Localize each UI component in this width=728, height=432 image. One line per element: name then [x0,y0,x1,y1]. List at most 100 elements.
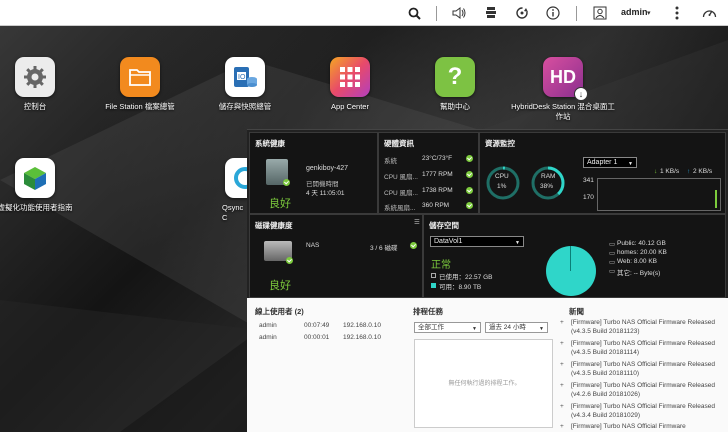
news-item[interactable]: + [Firmware] Turbo NAS Official Firmware … [560,361,721,378]
app-label: 儲存與快照總管 [218,102,272,111]
hardware-panel[interactable]: 硬體資訊 系統 23°C/73°F CPU 風扇... 1777 RPM CPU… [378,132,479,214]
used-swatch [431,273,436,278]
toolbar-divider [576,6,577,21]
toolbar-divider [436,6,437,21]
hw-label: 系統 [384,158,397,165]
svg-text:IO: IO [238,74,246,81]
volume-select[interactable]: DataVol1 ▼ [430,236,524,247]
panel-title: 硬體資訊 [384,139,414,148]
help-icon: ? [435,57,475,97]
hw-value: 1738 RPM [422,187,453,194]
list-icon[interactable]: ☰ [414,218,420,226]
download-arrow-icon: ↓ [654,168,658,175]
adapter-select[interactable]: Adapter 1 ▼ [583,157,637,168]
network-chart [597,178,721,211]
disk-health-status: 良好 [269,280,291,292]
volume-select-value: DataVol1 [434,238,463,245]
plus-icon: + [560,340,564,347]
task-filter-select[interactable]: 全部工作 ▼ [414,322,481,333]
app-storage-snapshots[interactable]: IO 儲存與快照總管 [190,57,300,112]
check-icon [286,257,293,264]
news-text: [Firmware] Turbo NAS Official Firmware R… [571,319,716,335]
app-app-center[interactable]: App Center [295,57,405,112]
user-icon[interactable] [591,4,609,22]
app-label: App Center [331,102,369,111]
system-health-panel[interactable]: 系統健康 良好 genkiboy-427 已開機時間 4 天 11:05:01 [249,132,378,214]
legend-public: Public: 40.12 GB [617,240,666,247]
plus-icon: + [560,319,564,326]
folder-icon: ▭ [609,268,616,275]
task-range-select[interactable]: 過去 24 小時 ▼ [485,322,548,333]
app-grid-icon [330,57,370,97]
user-ip: 192.168.0.10 [343,334,381,341]
news-item[interactable]: + [Firmware] Turbo NAS Official Firmware … [560,382,721,399]
plus-icon: + [560,403,564,410]
free-swatch [431,283,436,288]
storage-pie-sliver [570,246,571,271]
more-icon[interactable] [668,4,686,22]
virtualization-icon [15,158,55,198]
news-item[interactable]: + [Firmware] Turbo NAS Official Firmware … [560,403,721,420]
panel-title: 儲存空間 [429,221,459,230]
news-text: [Firmware] Turbo NAS Official Firmware [571,423,686,430]
top-toolbar: admin ▾ [0,0,728,26]
app-control-panel[interactable]: 控制台 [0,57,90,112]
user-time: 00:00:01 [304,334,330,341]
chevron-down-icon: ▼ [539,326,544,332]
app-file-station[interactable]: File Station 檔案總管 [85,57,195,112]
legend-homes: homes: 20.00 KB [617,249,667,256]
legend-web: Web: 8.00 KB [617,258,657,265]
storage-status: 正常 [431,260,451,271]
gear-icon [15,57,55,97]
task-list-box: 無任何執行過的排程工作。 [414,339,553,428]
chevron-down-icon[interactable]: ▾ [647,9,651,17]
tasks-icon[interactable] [482,4,500,22]
chart-y-top: 341 [583,177,594,184]
scheduled-tasks-title: 排程任務 [413,307,443,316]
panel-title: 磁碟健康度 [255,221,293,230]
user-ip: 192.168.0.10 [343,322,381,329]
storage-pie [546,246,596,296]
app-label: Qsync C [222,203,244,222]
app-label: File Station 檔案總管 [105,102,175,111]
panel-title: 資源監控 [485,139,515,148]
app-virtualization-guide[interactable]: 虛擬化功能使用者指南 [0,158,90,213]
legend-other: 其它: -- Byte(s) [617,270,661,277]
news-item[interactable]: + [Firmware] Turbo NAS Official Firmware … [560,340,721,357]
resource-monitor-panel[interactable]: 資源監控 CPU 1% RAM 38% Adapter 1 ▼ ↓ 1 KB/s… [479,132,726,214]
app-hybriddesk-station[interactable]: HD ↓ HybridDesk Station 混合桌面工作站 [508,57,618,122]
storage-panel[interactable]: 儲存空間 DataVol1 ▼ 正常 已使用：22.57 GB 可用：8.90 … [423,214,726,298]
news-text: [Firmware] Turbo NAS Official Firmware R… [571,340,716,356]
download-icon: ↓ [574,87,588,101]
news-item[interactable]: + [Firmware] Turbo NAS Official Firmware [560,423,721,432]
folder-icon: ▭ [609,259,616,266]
volume-icon[interactable] [450,4,468,22]
hd-icon: HD ↓ [543,57,588,101]
ram-value: 38% [540,183,554,190]
dashboard-icon[interactable] [700,4,718,22]
user-time: 00:07:49 [304,322,330,329]
sync-icon[interactable] [513,4,531,22]
cpu-value: 1% [497,183,507,190]
search-icon[interactable] [405,4,423,22]
cpu-label: CPU [495,173,509,180]
folder-icon: ▭ [609,250,616,257]
user-name: admin [259,334,277,341]
user-name[interactable]: admin [621,7,648,17]
hw-value: 1777 RPM [422,171,453,178]
panel-title: 系統健康 [255,139,285,148]
chevron-down-icon: ▼ [472,326,477,332]
task-filter-value: 全部工作 [418,324,444,331]
info-icon[interactable] [544,4,562,22]
hw-value: 23°C/73°F [422,155,453,162]
app-qsync[interactable]: Qsync C [190,158,247,223]
check-icon [283,179,290,186]
disk-label: NAS [306,242,320,249]
chevron-down-icon: ▼ [628,161,633,167]
app-help-center[interactable]: ? 幫助中心 [400,57,510,112]
check-icon [466,155,473,162]
check-icon [410,242,417,249]
news-item[interactable]: + [Firmware] Turbo NAS Official Firmware … [560,319,721,336]
disk-health-panel[interactable]: 磁碟健康度 ☰ 良好 NAS 3 / 6 磁碟 [249,214,423,298]
health-status: 良好 [269,198,291,210]
